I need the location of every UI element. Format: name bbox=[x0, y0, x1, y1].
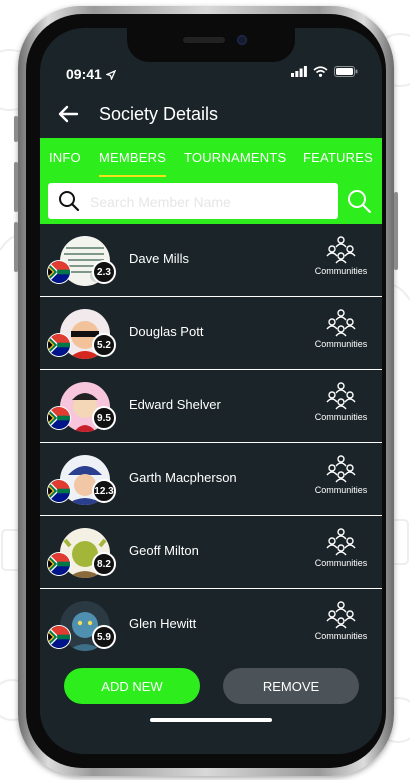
south-africa-flag-icon bbox=[47, 260, 71, 284]
communities-icon bbox=[326, 455, 356, 483]
search-button-icon[interactable] bbox=[346, 188, 372, 214]
handicap-badge: 12.3 bbox=[92, 479, 116, 503]
communities-link[interactable]: Communities bbox=[308, 236, 374, 276]
volume-up-button bbox=[14, 162, 18, 212]
communities-icon bbox=[326, 236, 356, 264]
tab-tournaments[interactable]: TOURNAMENTS bbox=[184, 150, 286, 165]
page-title: Society Details bbox=[99, 104, 219, 124]
communities-link[interactable]: Communities bbox=[308, 382, 374, 422]
power-button bbox=[394, 192, 398, 270]
app-screen: 09:41 Society Details INFO MEMBERS TOURN… bbox=[40, 28, 382, 754]
tab-members[interactable]: MEMBERS bbox=[99, 150, 167, 177]
member-row[interactable]: 2.3 Dave Mills Communities bbox=[40, 224, 382, 297]
member-list: 2.3 Dave Mills Communities 5.2 Douglas P bbox=[40, 224, 382, 662]
communities-icon bbox=[326, 309, 356, 337]
home-indicator[interactable] bbox=[150, 718, 272, 722]
communities-link[interactable]: Communities bbox=[308, 455, 374, 495]
notch bbox=[127, 28, 295, 62]
search-bar bbox=[40, 178, 382, 224]
search-box bbox=[48, 183, 338, 221]
footer-actions: ADD NEW REMOVE bbox=[40, 656, 382, 754]
tab-info[interactable]: INFO bbox=[49, 150, 81, 165]
communities-icon bbox=[326, 528, 356, 556]
south-africa-flag-icon bbox=[47, 333, 71, 357]
communities-label: Communities bbox=[314, 631, 368, 641]
communities-icon bbox=[326, 382, 356, 410]
member-name: Edward Shelver bbox=[129, 397, 221, 412]
communities-label: Communities bbox=[314, 266, 368, 276]
tab-bar: INFO MEMBERS TOURNAMENTS FEATURES bbox=[40, 138, 382, 178]
communities-link[interactable]: Communities bbox=[308, 528, 374, 568]
member-name: Dave Mills bbox=[129, 251, 189, 266]
south-africa-flag-icon bbox=[47, 479, 71, 503]
communities-label: Communities bbox=[314, 412, 368, 422]
status-icons bbox=[291, 66, 358, 77]
handicap-badge: 8.2 bbox=[92, 552, 116, 576]
member-name: Geoff Milton bbox=[129, 543, 199, 558]
volume-down-button bbox=[14, 222, 18, 272]
remove-button[interactable]: REMOVE bbox=[223, 668, 359, 704]
member-row[interactable]: 5.9 Glen Hewitt Communities bbox=[40, 589, 382, 662]
mute-switch bbox=[14, 116, 18, 142]
location-arrow-icon bbox=[104, 69, 116, 81]
header: Society Details bbox=[40, 90, 382, 138]
communities-icon bbox=[326, 601, 356, 629]
member-row[interactable]: 9.5 Edward Shelver Communities bbox=[40, 370, 382, 443]
member-row[interactable]: 5.2 Douglas Pott Communities bbox=[40, 297, 382, 370]
member-name: Garth Macpherson bbox=[129, 470, 237, 485]
member-name: Douglas Pott bbox=[129, 324, 204, 339]
communities-label: Communities bbox=[314, 558, 368, 568]
communities-label: Communities bbox=[314, 485, 368, 495]
back-arrow-icon[interactable] bbox=[56, 102, 80, 126]
south-africa-flag-icon bbox=[47, 552, 71, 576]
signal-icon bbox=[291, 66, 307, 77]
battery-icon bbox=[334, 66, 358, 77]
member-row[interactable]: 12.3 Garth Macpherson Communities bbox=[40, 443, 382, 516]
search-input[interactable] bbox=[88, 183, 332, 221]
camera-icon bbox=[237, 35, 247, 45]
tab-features[interactable]: FEATURES bbox=[303, 150, 373, 165]
handicap-badge: 9.5 bbox=[92, 406, 116, 430]
search-icon bbox=[59, 191, 80, 212]
add-new-button[interactable]: ADD NEW bbox=[64, 668, 200, 704]
communities-label: Communities bbox=[314, 339, 368, 349]
handicap-badge: 5.9 bbox=[92, 625, 116, 649]
communities-link[interactable]: Communities bbox=[308, 309, 374, 349]
south-africa-flag-icon bbox=[47, 406, 71, 430]
wifi-icon bbox=[313, 66, 328, 77]
status-time: 09:41 bbox=[66, 66, 116, 82]
communities-link[interactable]: Communities bbox=[308, 601, 374, 641]
member-row[interactable]: 8.2 Geoff Milton Communities bbox=[40, 516, 382, 589]
south-africa-flag-icon bbox=[47, 625, 71, 649]
handicap-badge: 2.3 bbox=[92, 260, 116, 284]
handicap-badge: 5.2 bbox=[92, 333, 116, 357]
member-name: Glen Hewitt bbox=[129, 616, 197, 631]
speaker-grille bbox=[183, 37, 225, 43]
